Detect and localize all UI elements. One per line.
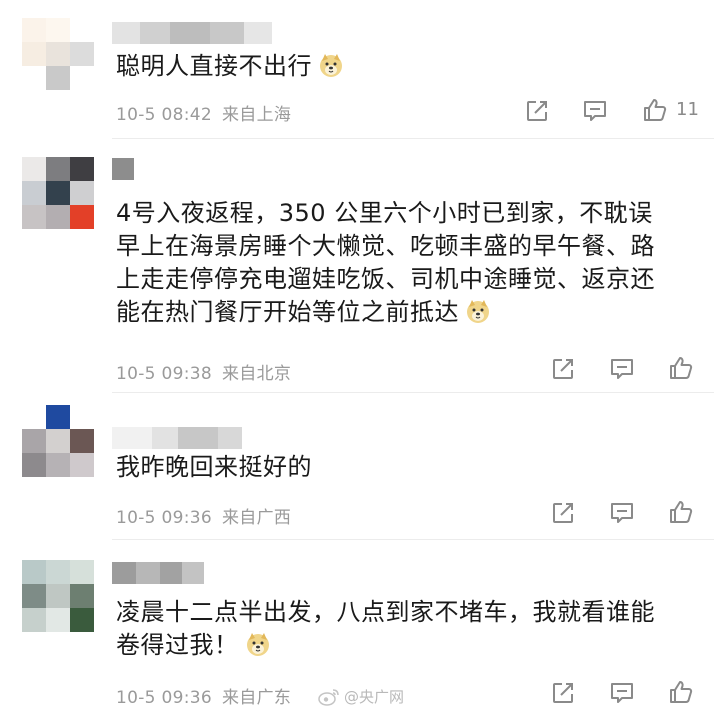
username[interactable] [112, 427, 242, 449]
comment-location: 来自北京 [221, 364, 292, 384]
username[interactable] [112, 22, 272, 44]
comment-icon [611, 503, 633, 523]
like-button[interactable] [666, 353, 696, 383]
watermark-text: @央广网 [344, 688, 405, 706]
avatar[interactable] [22, 560, 94, 632]
share-icon [553, 503, 573, 523]
avatar[interactable] [22, 405, 94, 477]
comment-location: 来自广西 [221, 508, 292, 528]
comment-text-line: 能在热门餐厅开始等位之前抵达 [116, 298, 459, 326]
comment-text: 4号入夜返程，350 公里六个小时已到家，不耽误 早上在海景房睡个大懒觉、吃顿丰… [116, 197, 655, 333]
like-count: 11 [676, 99, 699, 120]
comment-text-line: 聪明人直接不出行 [116, 52, 312, 80]
comment-text-line: 凌晨十二点半出发，八点到家不堵车，我就看谁能 [116, 598, 655, 626]
comment-text: 聪明人直接不出行 [116, 50, 344, 87]
reply-button[interactable] [580, 96, 610, 126]
comment-list: 聪明人直接不出行 10-5 08:42 来自上海 11 4号入夜返程，350 公… [0, 0, 720, 716]
comment-item: 我昨晚回来挺好的 10-5 09:36 来自广西 [0, 393, 720, 539]
comment-location: 来自广东 [221, 688, 292, 708]
comment-time: 10-5 08:42 [116, 105, 212, 125]
comment-text-line: 卷得过我！ [116, 631, 239, 659]
comment-location: 来自上海 [221, 105, 292, 125]
comment-item: 聪明人直接不出行 10-5 08:42 来自上海 11 [0, 0, 720, 138]
doge-emoji-icon [245, 631, 271, 666]
share-button[interactable] [522, 96, 552, 126]
comment-text: 我昨晚回来挺好的 [116, 451, 312, 484]
username[interactable] [112, 562, 204, 584]
thumbs-up-icon [670, 501, 693, 523]
comment-text-line: 我昨晚回来挺好的 [116, 453, 312, 481]
like-button[interactable] [666, 497, 696, 527]
like-button[interactable] [666, 677, 696, 707]
share-button[interactable] [548, 678, 578, 708]
comment-meta: 10-5 08:42 来自上海 [116, 100, 291, 125]
comment-meta: 10-5 09:36 来自广西 [116, 503, 291, 528]
comment-icon [611, 683, 633, 703]
comment-text-line: 上走走停停充电遛娃吃饭、司机中途睡觉、返京还 [116, 265, 655, 293]
avatar[interactable] [22, 18, 94, 90]
reply-button[interactable] [607, 498, 637, 528]
doge-emoji-icon [465, 298, 491, 333]
share-button[interactable] [548, 498, 578, 528]
watermark: @央广网 [318, 686, 404, 707]
reply-button[interactable] [607, 354, 637, 384]
username[interactable] [112, 158, 136, 180]
comment-time: 10-5 09:36 [116, 688, 212, 708]
comment-time: 10-5 09:36 [116, 508, 212, 528]
share-icon [553, 359, 573, 379]
avatar[interactable] [22, 157, 94, 229]
comment-item: 4号入夜返程，350 公里六个小时已到家，不耽误 早上在海景房睡个大懒觉、吃顿丰… [0, 139, 720, 392]
thumbs-up-icon [670, 681, 693, 703]
comment-text-line: 早上在海景房睡个大懒觉、吃顿丰盛的早午餐、路 [116, 232, 655, 260]
comment-meta: 10-5 09:36 来自广东 [116, 683, 291, 708]
comment-icon [611, 359, 633, 379]
weibo-logo-icon [318, 688, 339, 706]
share-icon [527, 101, 547, 121]
comment-meta: 10-5 09:38 来自北京 [116, 359, 291, 384]
thumbs-up-icon [670, 357, 693, 379]
reply-button[interactable] [607, 678, 637, 708]
share-icon [553, 683, 573, 703]
comment-time: 10-5 09:38 [116, 364, 212, 384]
comment-text-line: 4号入夜返程，350 公里六个小时已到家，不耽误 [116, 199, 653, 227]
thumbs-up-icon [644, 99, 667, 121]
comment-icon [584, 101, 606, 121]
comment-text: 凌晨十二点半出发，八点到家不堵车，我就看谁能 卷得过我！ [116, 596, 655, 666]
doge-emoji-icon [318, 52, 344, 87]
share-button[interactable] [548, 354, 578, 384]
like-button[interactable] [640, 95, 670, 125]
